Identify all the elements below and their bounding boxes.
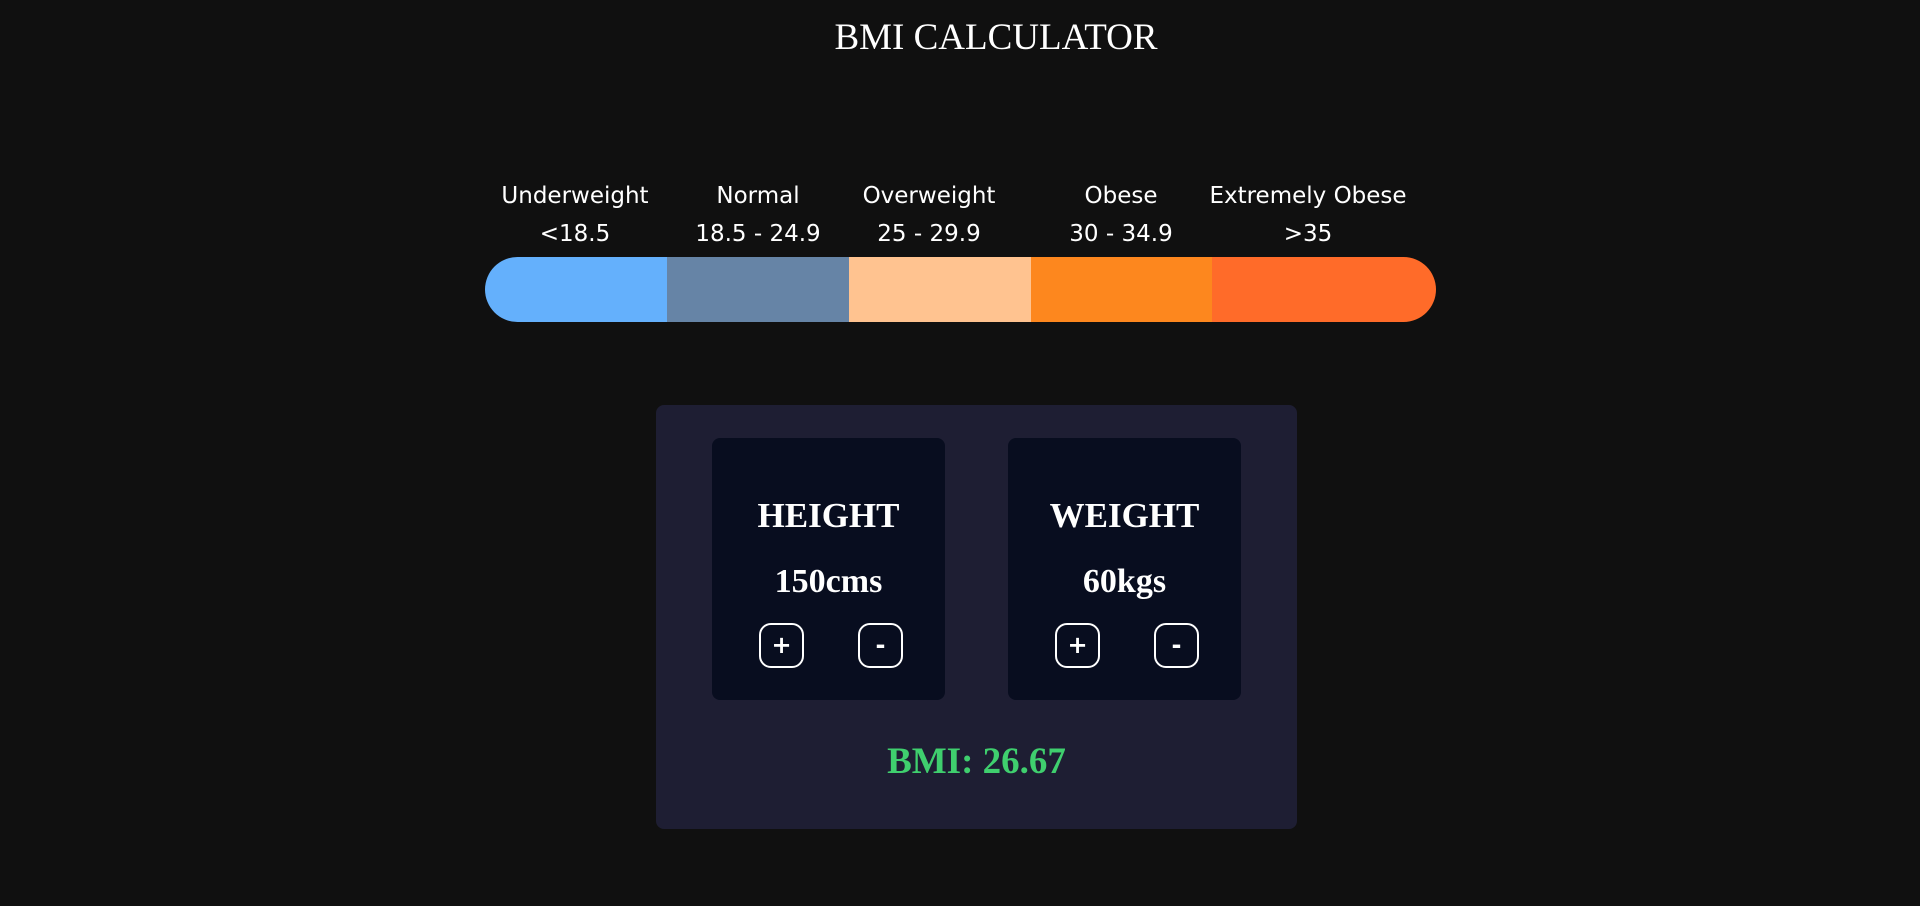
category-name: Normal (716, 183, 800, 209)
segment-overweight (849, 257, 1031, 322)
category-range: >35 (1283, 221, 1333, 247)
weight-value: 60kgs (1082, 563, 1167, 600)
scale-label-extremely-obese: Extremely Obese >35 (1208, 177, 1408, 253)
category-name: Underweight (501, 183, 649, 209)
height-card: HEIGHT 150cms + - (712, 438, 945, 700)
category-range: 25 - 29.9 (877, 221, 981, 247)
segment-underweight (485, 257, 667, 322)
bmi-color-bar (485, 257, 1436, 322)
height-increase-button[interactable]: + (759, 623, 804, 668)
bmi-scale-labels: Underweight <18.5 Normal 18.5 - 24.9 Ove… (485, 173, 1436, 253)
category-range: 30 - 34.9 (1069, 221, 1173, 247)
bmi-result: BMI: 26.67 (887, 741, 1066, 782)
scale-label-normal: Normal 18.5 - 24.9 (658, 177, 858, 253)
category-range: 18.5 - 24.9 (695, 221, 821, 247)
weight-increase-button[interactable]: + (1055, 623, 1100, 668)
scale-label-underweight: Underweight <18.5 (475, 177, 675, 253)
category-name: Obese (1084, 183, 1158, 209)
weight-decrease-button[interactable]: - (1154, 623, 1199, 668)
category-name: Overweight (862, 183, 996, 209)
segment-extremely-obese (1212, 257, 1436, 322)
weight-label: WEIGHT (1049, 496, 1200, 535)
calculator-panel: HEIGHT 150cms + - WEIGHT 60kgs + - BMI: … (656, 405, 1297, 829)
scale-label-overweight: Overweight 25 - 29.9 (829, 177, 1029, 253)
segment-normal (667, 257, 849, 322)
page-title: BMI CALCULATOR (834, 17, 1158, 58)
category-range: <18.5 (539, 221, 611, 247)
bmi-scale: Underweight <18.5 Normal 18.5 - 24.9 Ove… (485, 173, 1436, 322)
height-value: 150cms (774, 563, 883, 600)
height-decrease-button[interactable]: - (858, 623, 903, 668)
height-label: HEIGHT (757, 496, 900, 535)
category-name: Extremely Obese (1209, 183, 1407, 209)
segment-obese (1031, 257, 1212, 322)
scale-label-obese: Obese 30 - 34.9 (1021, 177, 1221, 253)
weight-card: WEIGHT 60kgs + - (1008, 438, 1241, 700)
